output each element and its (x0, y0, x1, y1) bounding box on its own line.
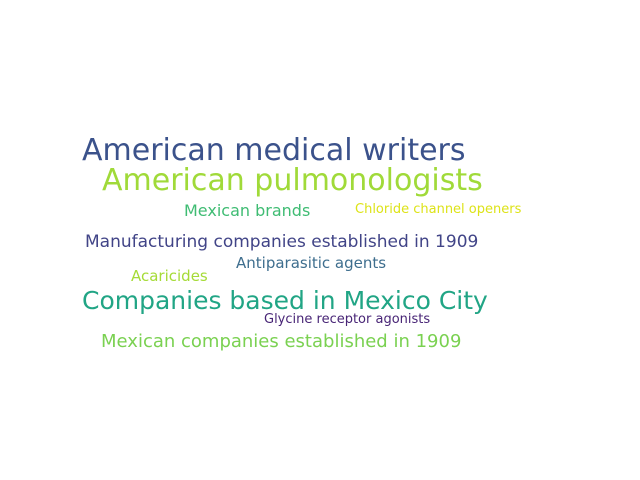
word-acaricides: Acaricides (131, 267, 208, 285)
word-mexican-brands: Mexican brands (184, 201, 311, 220)
word-companies-based-in-mexico-city: Companies based in Mexico City (82, 286, 488, 315)
word-glycine-receptor-agonists: Glycine receptor agonists (264, 312, 431, 327)
word-chloride-channel-openers: Chloride channel openers (355, 202, 522, 217)
word-american-pulmonologists: American pulmonologists (102, 163, 483, 198)
word-antiparasitic-agents: Antiparasitic agents (236, 254, 387, 272)
word-manufacturing-companies-1909: Manufacturing companies established in 1… (85, 232, 479, 252)
word-cloud: American medical writers American pulmon… (0, 0, 640, 480)
word-american-medical-writers: American medical writers (82, 133, 466, 168)
word-mexican-companies-1909: Mexican companies established in 1909 (101, 331, 462, 352)
